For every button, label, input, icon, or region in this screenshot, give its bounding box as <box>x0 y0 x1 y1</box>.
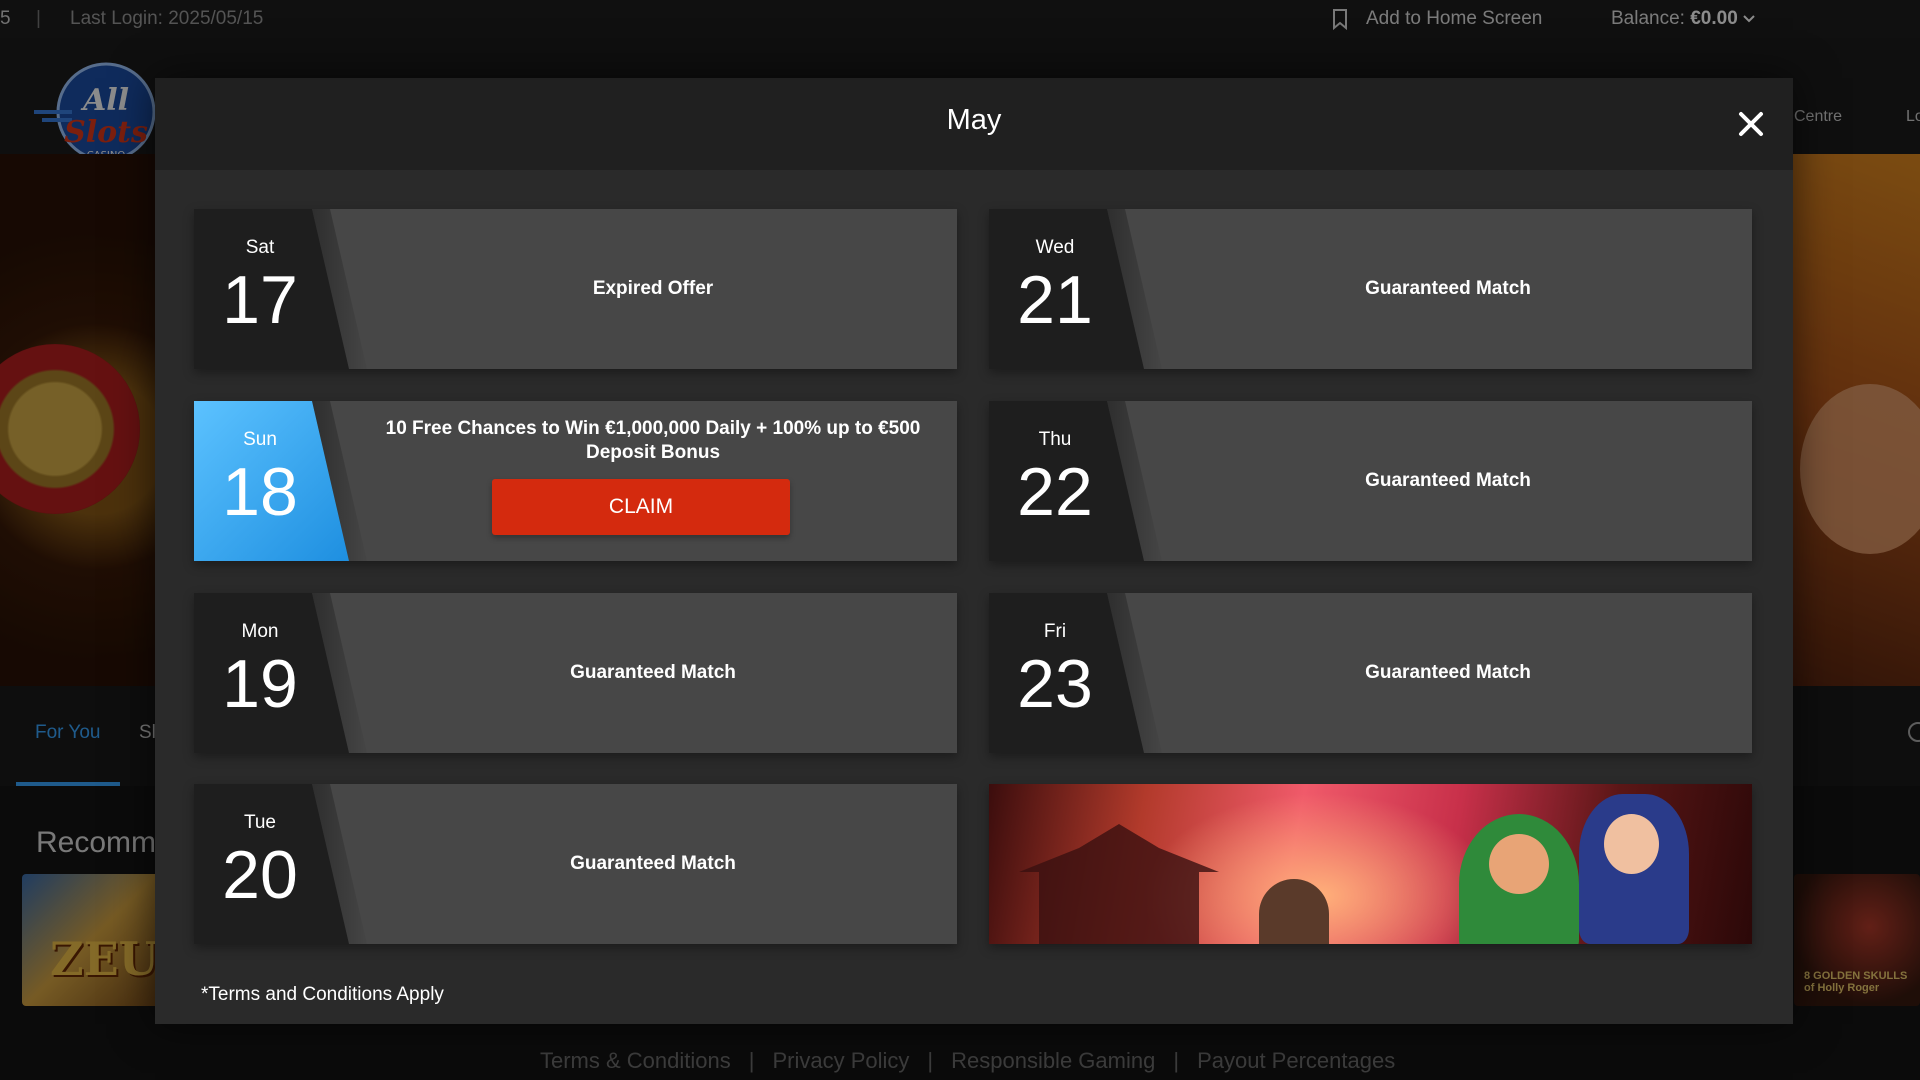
day-number: 19 <box>222 646 298 722</box>
day-card-18[interactable]: Sun 18 10 Free Chances to Win €1,000,000… <box>194 401 957 561</box>
day-card-21[interactable]: Wed 21 Guaranteed Match <box>989 209 1752 369</box>
day-number: 23 <box>1017 646 1093 722</box>
day-number: 21 <box>1017 262 1093 338</box>
day-of-week: Sat <box>245 237 275 258</box>
promo-calendar-modal: May Sat 17 Expired Offer Wed 21 Guarante… <box>155 78 1793 1024</box>
offer-label: Guaranteed Match <box>1365 470 1531 491</box>
day-card-20[interactable]: Tue 20 Guaranteed Match <box>194 784 957 944</box>
banner-character-face <box>1489 834 1549 894</box>
day-number: 22 <box>1017 454 1093 530</box>
day-of-week: Sun <box>243 429 277 450</box>
claim-button[interactable]: CLAIM <box>492 479 790 535</box>
day-of-week: Tue <box>243 812 277 833</box>
terms-note: *Terms and Conditions Apply <box>201 984 444 1005</box>
modal-header: May <box>155 78 1793 170</box>
banner-warrior <box>1259 879 1329 944</box>
day-of-week: Mon <box>241 621 279 642</box>
day-of-week: Fri <box>1043 621 1067 642</box>
offer-label: Guaranteed Match <box>1365 662 1531 683</box>
offer-label: Expired Offer <box>592 278 714 299</box>
day-of-week: Wed <box>1035 237 1075 258</box>
day-card-17[interactable]: Sat 17 Expired Offer <box>194 209 957 369</box>
close-icon[interactable] <box>1731 104 1771 144</box>
promo-banner-image[interactable] <box>989 784 1752 944</box>
offer-description: 10 Free Chances to Win €1,000,000 Daily … <box>385 418 921 463</box>
day-number: 18 <box>222 454 298 530</box>
day-card-19[interactable]: Mon 19 Guaranteed Match <box>194 593 957 753</box>
offer-label: Guaranteed Match <box>570 662 736 683</box>
banner-character-face <box>1604 814 1659 874</box>
offer-label: Guaranteed Match <box>570 853 736 874</box>
modal-title: May <box>946 104 1002 136</box>
day-card-23[interactable]: Fri 23 Guaranteed Match <box>989 593 1752 753</box>
day-card-22[interactable]: Thu 22 Guaranteed Match <box>989 401 1752 561</box>
offer-label: Guaranteed Match <box>1365 278 1531 299</box>
day-number: 20 <box>222 837 298 913</box>
day-number: 17 <box>222 262 298 338</box>
day-of-week: Thu <box>1038 429 1072 450</box>
